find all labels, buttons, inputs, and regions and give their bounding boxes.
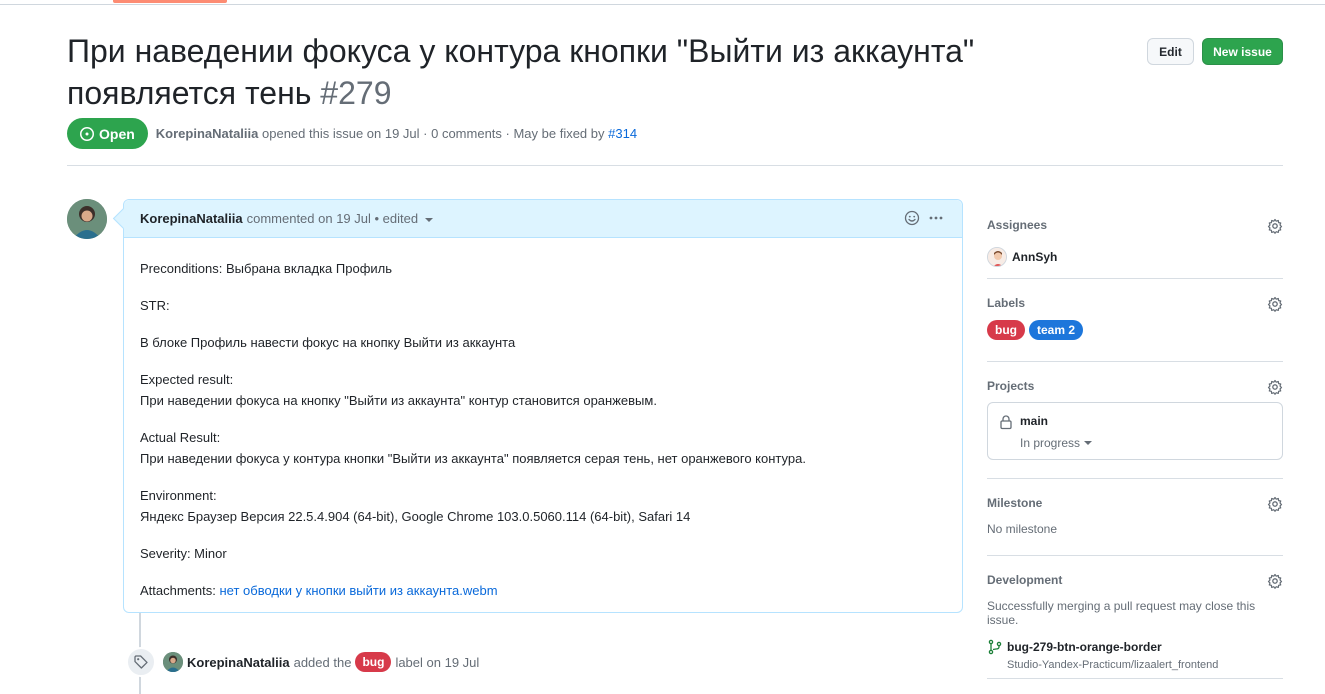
- environment-block: Environment: Яндекс Браузер Версия 22.5.4…: [140, 485, 946, 527]
- gear-icon[interactable]: [1267, 379, 1283, 395]
- environment-text: Яндекс Браузер Версия 22.5.4.904 (64-bit…: [140, 509, 691, 524]
- top-nav-underline: [0, 0, 1325, 5]
- issue-state-badge: Open: [67, 118, 148, 149]
- sidebar-divider: [987, 555, 1283, 556]
- gear-icon[interactable]: [1267, 296, 1283, 312]
- label-bug[interactable]: bug: [987, 320, 1025, 340]
- expected-block: Expected result: При наведении фокуса на …: [140, 369, 946, 411]
- issue-opened-text: opened this issue on 19 Jul · 0 comments…: [262, 126, 605, 141]
- comment-author-link[interactable]: KorepinaNataliia: [140, 211, 243, 226]
- issue-title: При наведении фокуса у контура кнопки "В…: [67, 30, 1152, 114]
- expected-label: Expected result:: [140, 372, 234, 387]
- event-author-link[interactable]: KorepinaNataliia: [187, 655, 290, 670]
- issue-comment: KorepinaNataliia commented on 19 Jul • e…: [123, 199, 963, 613]
- sidebar-assignees: Assignees AnnSyh: [987, 218, 1283, 267]
- branch-name[interactable]: bug-279-btn-orange-border: [1007, 640, 1162, 654]
- gear-icon[interactable]: [1267, 496, 1283, 512]
- git-branch-icon: [988, 639, 1002, 655]
- project-card[interactable]: main In progress: [987, 402, 1283, 460]
- expected-text: При наведении фокуса на кнопку "Выйти из…: [140, 393, 657, 408]
- event-label-bug[interactable]: bug: [355, 652, 392, 672]
- development-title[interactable]: Development: [987, 573, 1283, 587]
- edit-button[interactable]: Edit: [1147, 38, 1194, 65]
- attachments-block: Attachments: нет обводки у кнопки выйти …: [140, 580, 946, 601]
- assignee-item[interactable]: AnnSyh: [987, 247, 1283, 267]
- event-avatar-image: [163, 652, 183, 672]
- assignees-title[interactable]: Assignees: [987, 218, 1283, 232]
- str-label: STR:: [140, 298, 170, 313]
- gear-icon[interactable]: [1267, 573, 1283, 589]
- comment-header: KorepinaNataliia commented on 19 Jul • e…: [124, 200, 962, 238]
- assignee-avatar-image: [988, 248, 1006, 266]
- project-status-label: In progress: [1020, 436, 1081, 450]
- header-divider: [67, 165, 1283, 166]
- environment-label: Environment:: [140, 488, 217, 503]
- smiley-icon[interactable]: [904, 210, 920, 226]
- event-action: added the: [293, 654, 352, 670]
- sidebar-labels: Labels bug team 2: [987, 296, 1283, 340]
- event-suffix: label on 19 Jul: [395, 654, 480, 670]
- avatar-image: [67, 199, 107, 239]
- issue-opened-icon: [80, 126, 94, 141]
- assignee-name: AnnSyh: [1012, 250, 1058, 264]
- project-status-dropdown[interactable]: In progress: [1020, 436, 1093, 450]
- linked-branch[interactable]: bug-279-btn-orange-border: [987, 639, 1283, 655]
- comment-meta: commented on 19 Jul • edited: [246, 211, 419, 226]
- active-tab-indicator: [113, 0, 227, 3]
- attachments-label: Attachments:: [140, 583, 216, 598]
- chevron-down-icon: [1084, 441, 1093, 445]
- comment-body: Preconditions: Выбрана вкладка Профиль S…: [124, 238, 962, 601]
- kebab-horizontal-icon[interactable]: [928, 210, 944, 226]
- labels-title[interactable]: Labels: [987, 296, 1283, 310]
- severity-text: Severity: Minor: [140, 546, 227, 561]
- development-description: Successfully merging a pull request may …: [987, 599, 1256, 627]
- project-name[interactable]: main: [1020, 414, 1048, 428]
- avatar[interactable]: [67, 199, 107, 239]
- actual-block: Actual Result: При наведении фокуса у кон…: [140, 427, 946, 469]
- sidebar-development: Development Successfully merging a pull …: [987, 573, 1283, 671]
- edit-history-dropdown[interactable]: [425, 218, 434, 222]
- label-team-2[interactable]: team 2: [1029, 320, 1084, 340]
- issue-meta: Open KorepinaNataliia opened this issue …: [67, 118, 637, 149]
- step-text: В блоке Профиль навести фокус на кнопку …: [140, 335, 516, 350]
- milestone-title[interactable]: Milestone: [987, 496, 1283, 510]
- sidebar-divider: [987, 278, 1283, 279]
- labels-list: bug team 2: [987, 320, 1283, 340]
- issue-author-link[interactable]: KorepinaNataliia: [156, 126, 259, 141]
- issue-number: #279: [320, 75, 392, 111]
- actual-text: При наведении фокуса у контура кнопки "В…: [140, 451, 806, 466]
- fixed-by-link[interactable]: #314: [608, 126, 637, 141]
- attachment-link[interactable]: нет обводки у кнопки выйти из аккаунта.w…: [220, 583, 498, 598]
- event-avatar[interactable]: [163, 652, 183, 672]
- milestone-value: No milestone: [987, 522, 1058, 536]
- issue-state-label: Open: [99, 125, 135, 142]
- sidebar-divider: [987, 678, 1283, 679]
- preconditions-text: Preconditions: Выбрана вкладка Профиль: [140, 261, 393, 276]
- sidebar-divider: [987, 478, 1283, 479]
- gear-icon[interactable]: [1267, 218, 1283, 234]
- event-badge: [126, 647, 156, 677]
- projects-title[interactable]: Projects: [987, 379, 1283, 393]
- sidebar-divider: [987, 361, 1283, 362]
- issue-title-text: При наведении фокуса у контура кнопки "В…: [67, 33, 975, 111]
- tag-icon: [134, 655, 148, 669]
- assignee-avatar: [987, 247, 1007, 267]
- new-issue-button[interactable]: New issue: [1202, 38, 1283, 65]
- timeline-event-labeled: KorepinaNataliia added the bug label on …: [126, 646, 479, 678]
- repo-name: Studio-Yandex-Practicum/lizaalert_fronte…: [1007, 659, 1219, 671]
- sidebar-projects: Projects main In progress: [987, 379, 1283, 460]
- actual-label: Actual Result:: [140, 430, 221, 445]
- lock-icon: [1000, 415, 1012, 430]
- sidebar-milestone: Milestone No milestone: [987, 496, 1283, 536]
